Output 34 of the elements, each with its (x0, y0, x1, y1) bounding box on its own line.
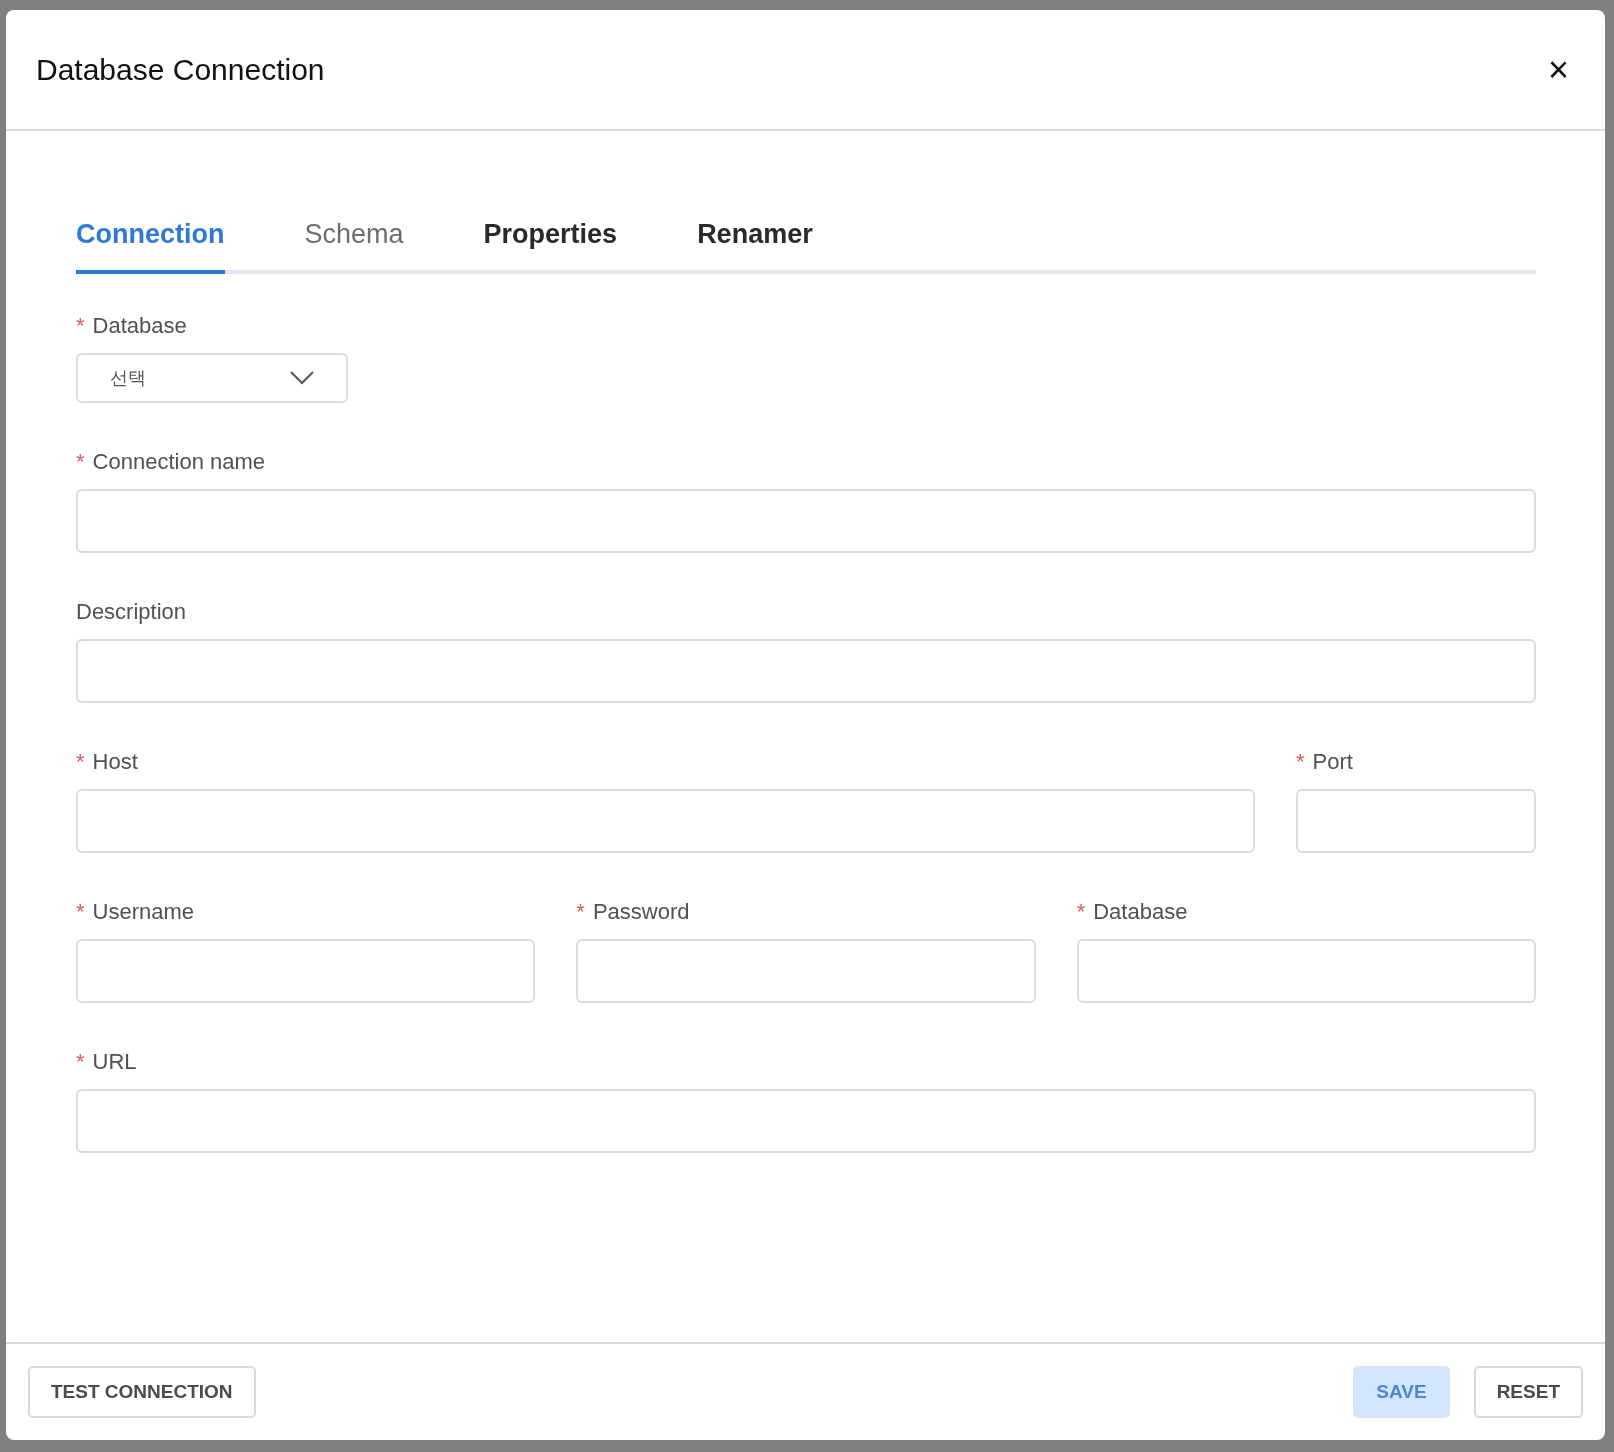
field-label: * Database (1076, 898, 1189, 926)
field-label: * Connection name (76, 448, 266, 476)
field-label: * Database (76, 312, 188, 340)
field-label: * Port (1296, 748, 1354, 776)
input-field[interactable] (76, 639, 1536, 703)
required-mark: * (76, 1049, 85, 1074)
tab[interactable]: Properties (483, 219, 618, 274)
input-field[interactable] (1296, 789, 1536, 853)
field-label: * Username (76, 898, 196, 926)
test-connection-button[interactable]: TEST CONNECTION (28, 1366, 256, 1418)
chevron-down-icon (290, 371, 314, 385)
required-mark: * (76, 749, 85, 774)
input-field[interactable] (76, 789, 1255, 853)
field-label: * Password (576, 898, 691, 926)
field-label: Description (76, 598, 188, 626)
input-field[interactable] (76, 1089, 1536, 1153)
input-field[interactable] (76, 489, 1536, 553)
required-mark: * (1296, 749, 1305, 774)
required-mark: * (76, 899, 85, 924)
input-field[interactable] (76, 939, 536, 1003)
required-mark: * (76, 449, 85, 474)
dialog-title: Database Connection (36, 52, 325, 87)
input-field[interactable] (576, 939, 1036, 1003)
tab[interactable]: Renamer (697, 219, 813, 274)
database-select[interactable]: 선택 (76, 353, 348, 403)
tab[interactable]: Connection (76, 219, 225, 274)
required-mark: * (76, 313, 85, 338)
field-label: * URL (76, 1048, 138, 1076)
reset-button[interactable]: RESET (1473, 1366, 1583, 1418)
close-button[interactable]: × (1541, 51, 1575, 88)
input-field[interactable] (1076, 939, 1536, 1003)
required-mark: * (1076, 899, 1086, 924)
field-label: * Host (76, 748, 139, 776)
required-mark: * (576, 899, 585, 924)
